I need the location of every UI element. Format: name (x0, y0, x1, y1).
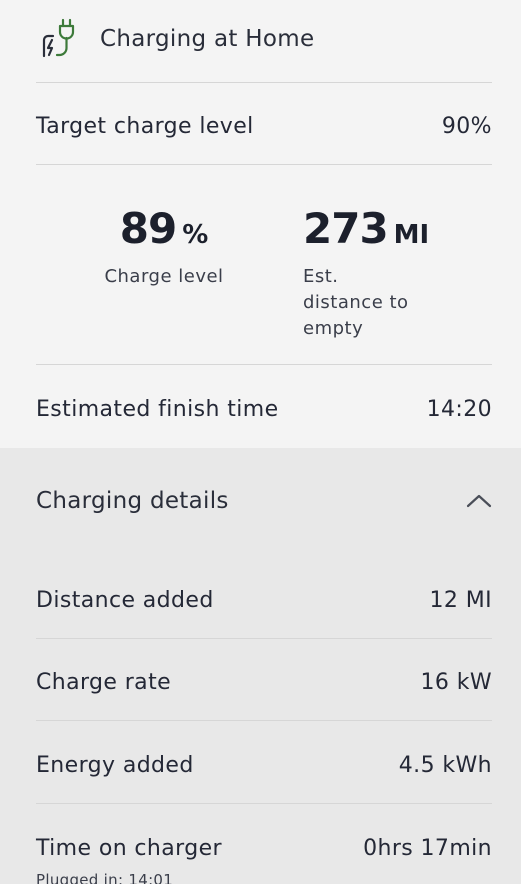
charging-screen: Charging at Home Target charge level 90%… (0, 0, 521, 884)
distance-label-line: distance to (303, 292, 409, 313)
charge-stats: 89% Charge level 273 MI Est. distance to … (0, 166, 521, 364)
charge-level-label: Charge level (104, 266, 224, 287)
divider (36, 803, 492, 804)
detail-value: 12 MI (429, 587, 492, 613)
target-charge-value: 90% (441, 113, 492, 139)
target-charge-label: Target charge level (36, 113, 254, 139)
divider (36, 164, 492, 165)
target-charge-row[interactable]: Target charge level 90% (36, 106, 492, 146)
detail-label: Distance added (36, 587, 214, 613)
divider (36, 638, 492, 639)
chevron-up-icon[interactable] (466, 492, 492, 510)
charging-details-toggle[interactable]: Charging details (36, 488, 492, 514)
distance-label-line: Est. (303, 266, 339, 287)
detail-label: Charge rate (36, 669, 172, 695)
finish-time-value: 14:20 (426, 396, 492, 422)
distance-unit: MI (393, 220, 430, 250)
divider (36, 720, 492, 721)
divider (36, 364, 492, 365)
plug-charging-icon (42, 18, 75, 58)
distance-label-line: empty (303, 318, 364, 339)
finish-time-label: Estimated finish time (36, 396, 279, 422)
detail-value: 16 kW (420, 669, 492, 695)
charging-header: Charging at Home (0, 0, 521, 82)
detail-value: 4.5 kWh (398, 752, 492, 778)
detail-value: 0hrs 17min (363, 835, 492, 861)
plugged-in-time: Plugged in: 14:01 (36, 871, 174, 884)
time-on-charger-row: Time on charger 0hrs 17min (36, 828, 492, 868)
divider (36, 82, 492, 83)
distance-added-row: Distance added 12 MI (36, 580, 492, 620)
distance-stat: 273 MI Est. distance to empty (303, 204, 493, 342)
distance-label: Est. distance to empty (303, 264, 443, 342)
charge-level-unit: % (182, 220, 209, 250)
finish-time-row: Estimated finish time 14:20 (36, 388, 492, 430)
page-title: Charging at Home (100, 26, 315, 52)
detail-label: Time on charger (36, 835, 222, 861)
energy-added-row: Energy added 4.5 kWh (36, 745, 492, 785)
charge-rate-row: Charge rate 16 kW (36, 662, 492, 702)
charge-level-value: 89 (119, 204, 177, 253)
charge-level-stat: 89% Charge level (84, 204, 244, 290)
distance-value: 273 (303, 204, 389, 253)
detail-label: Energy added (36, 752, 194, 778)
charging-details-title: Charging details (36, 488, 229, 514)
